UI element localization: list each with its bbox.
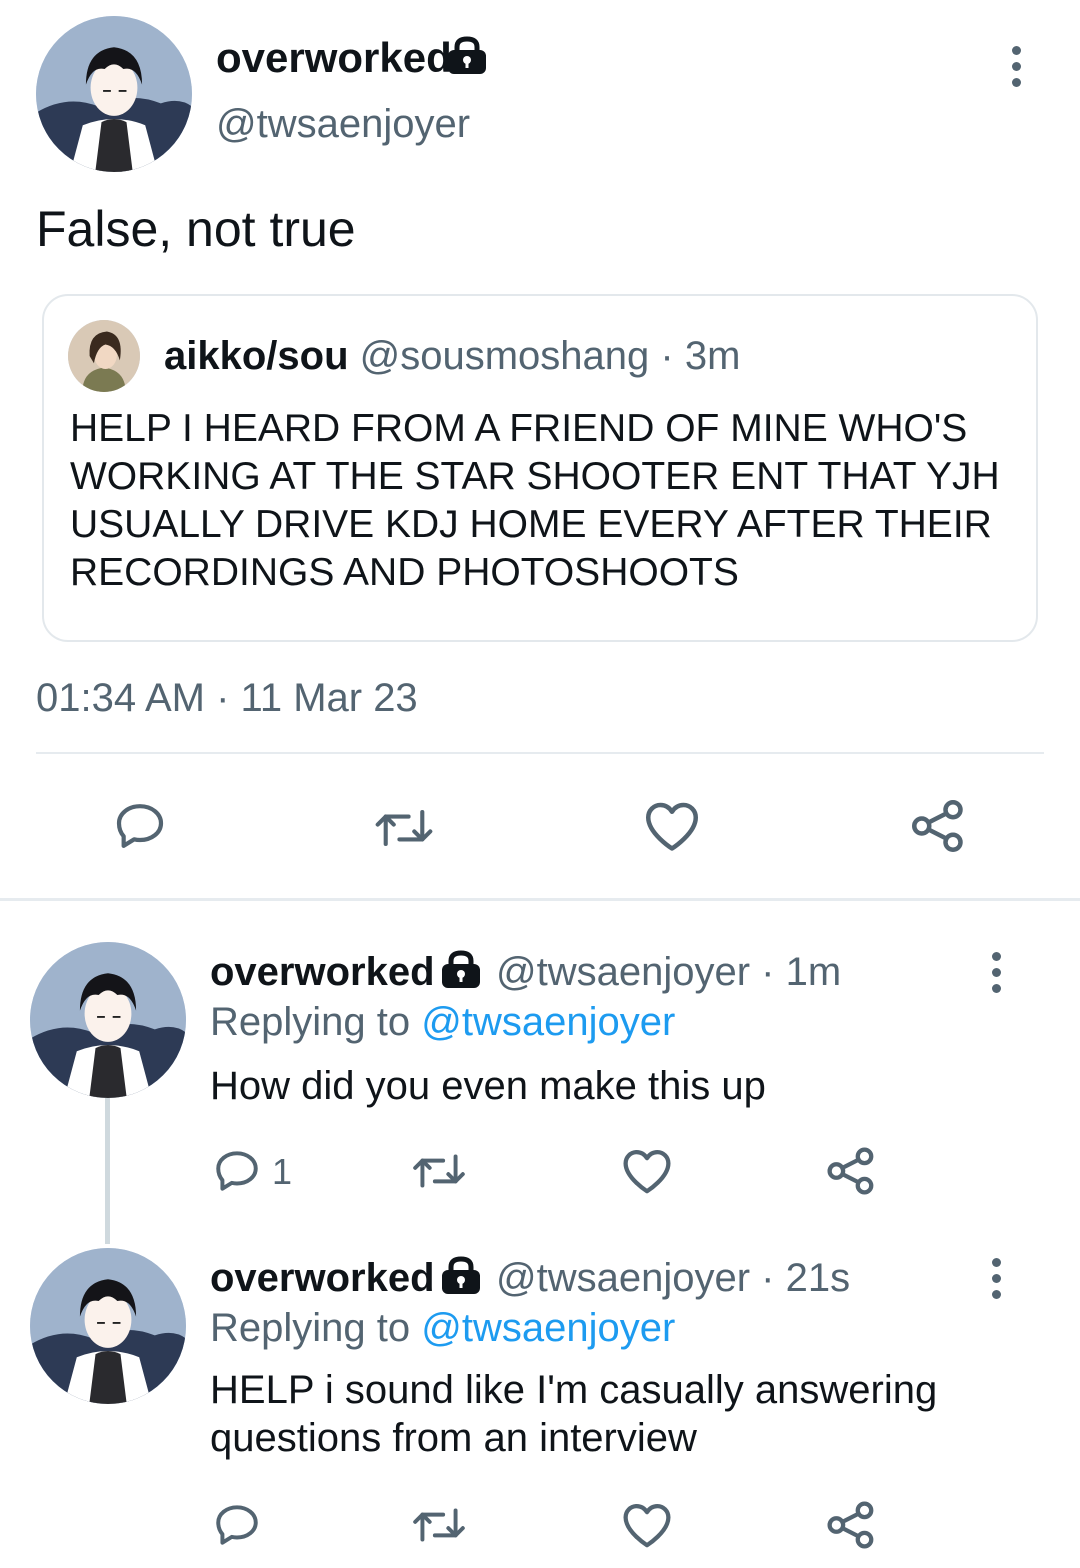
lock-icon xyxy=(446,36,488,76)
more-vertical-icon[interactable] xyxy=(1012,46,1021,87)
tweet-text: False, not true xyxy=(36,201,356,257)
reply-header: overworked xyxy=(210,946,435,998)
replying-to: Replying to @twsaenjoyer xyxy=(210,1000,676,1044)
replying-to: Replying to @twsaenjoyer xyxy=(210,1306,676,1350)
section-separator xyxy=(0,898,1080,901)
quoted-time[interactable]: 3m xyxy=(685,334,741,378)
retweet-icon[interactable] xyxy=(410,1500,468,1550)
retweet-icon[interactable] xyxy=(410,1146,468,1196)
quoted-separator: · xyxy=(660,334,674,378)
more-vertical-icon[interactable] xyxy=(992,952,1001,993)
share-icon[interactable] xyxy=(824,1144,878,1198)
lock-icon xyxy=(440,1256,482,1296)
quoted-tweet-text: HELP I HEARD FROM A FRIEND OF MINE WHO'S… xyxy=(70,407,1000,594)
retweet-icon[interactable] xyxy=(372,800,436,856)
share-icon[interactable] xyxy=(824,1498,878,1552)
heart-icon[interactable] xyxy=(620,1146,674,1196)
reply-text: How did you even make this up xyxy=(210,1064,766,1108)
reply-icon[interactable] xyxy=(212,1500,262,1550)
share-icon[interactable] xyxy=(908,796,968,856)
replying-to-link[interactable]: @twsaenjoyer xyxy=(421,1306,675,1350)
tweet-timestamp[interactable]: 01:34 AM · 11 Mar 23 xyxy=(36,672,418,724)
quoted-display-name[interactable]: aikko/sou xyxy=(164,334,349,378)
reply-handle-time[interactable]: @twsaenjoyer · 21s xyxy=(496,1252,850,1304)
heart-icon[interactable] xyxy=(620,1500,674,1550)
quoted-author-avatar[interactable] xyxy=(68,320,140,392)
reply-icon[interactable] xyxy=(212,1146,262,1196)
reply-header: overworked xyxy=(210,1252,435,1304)
reply-count: 1 xyxy=(272,1151,293,1192)
reply-avatar[interactable] xyxy=(30,1248,186,1404)
reply-handle-time[interactable]: @twsaenjoyer · 1m xyxy=(496,946,841,998)
thread-line xyxy=(105,1098,110,1244)
reply-display-name[interactable]: overworked xyxy=(210,1256,435,1300)
replying-to-link[interactable]: @twsaenjoyer xyxy=(421,1000,675,1044)
quoted-handle[interactable]: @sousmoshang xyxy=(360,334,650,378)
quoted-tweet-header: aikko/sou @sousmoshang · 3m xyxy=(164,330,740,382)
reply-icon[interactable] xyxy=(112,798,168,854)
divider xyxy=(36,752,1044,754)
heart-icon[interactable] xyxy=(642,798,702,854)
reply-display-name[interactable]: overworked xyxy=(210,950,435,994)
author-handle[interactable]: @twsaenjoyer xyxy=(216,98,470,150)
reply-text: HELP i sound like I'm casually answering… xyxy=(210,1368,938,1460)
author-avatar[interactable] xyxy=(36,16,192,172)
lock-icon xyxy=(440,950,482,990)
reply-avatar[interactable] xyxy=(30,942,186,1098)
more-vertical-icon[interactable] xyxy=(992,1258,1001,1299)
author-display-name[interactable]: overworked xyxy=(216,32,452,84)
